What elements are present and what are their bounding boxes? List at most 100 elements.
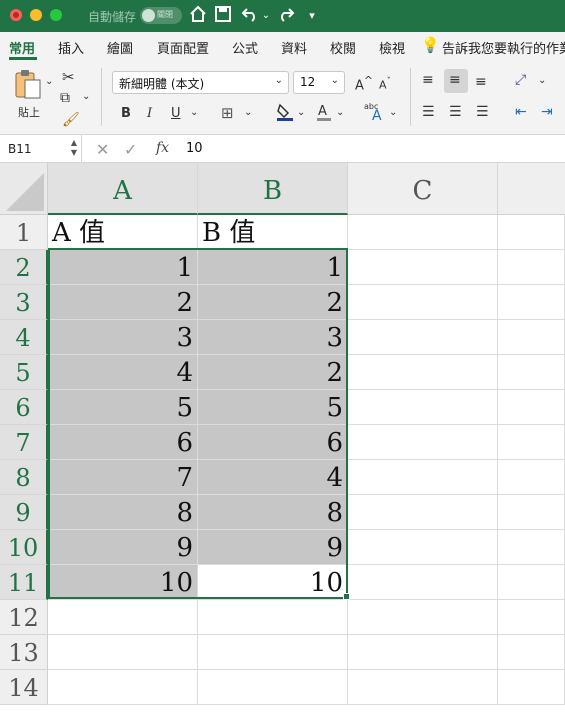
tab-insert[interactable]: 插入 bbox=[58, 38, 84, 57]
row-header-13[interactable]: 13 bbox=[0, 635, 48, 670]
minimize-window-button[interactable] bbox=[30, 9, 42, 21]
align-top-icon[interactable]: ≡ bbox=[422, 72, 434, 88]
fill-color-icon[interactable] bbox=[276, 102, 294, 122]
underline-button[interactable]: U bbox=[171, 106, 181, 121]
save-icon[interactable] bbox=[213, 5, 233, 27]
decrease-font-size-icon[interactable]: Aˇ bbox=[379, 76, 391, 92]
home-icon[interactable] bbox=[188, 5, 208, 27]
bold-button[interactable]: B bbox=[121, 106, 131, 121]
cut-icon[interactable]: ✂ bbox=[62, 68, 75, 86]
cell-b5[interactable]: 2 bbox=[198, 355, 348, 390]
undo-chevron-down-icon[interactable]: ⌄ bbox=[260, 5, 272, 27]
column-header-c[interactable]: C bbox=[348, 163, 498, 215]
tab-draw[interactable]: 繪圖 bbox=[107, 38, 133, 57]
font-color-icon[interactable]: A bbox=[316, 102, 332, 122]
cell-b14[interactable] bbox=[198, 670, 348, 705]
cell-c2[interactable] bbox=[348, 250, 498, 285]
autosave-toggle[interactable]: 關閉 bbox=[140, 7, 182, 24]
cell-d12[interactable] bbox=[498, 600, 565, 635]
cell-a12[interactable] bbox=[48, 600, 198, 635]
cell-b7[interactable]: 6 bbox=[198, 425, 348, 460]
zoom-window-button[interactable] bbox=[50, 9, 62, 21]
cell-a4[interactable]: 3 bbox=[48, 320, 198, 355]
phonetic-chevron-down-icon[interactable]: ⌄ bbox=[389, 107, 397, 118]
cell-b8[interactable]: 4 bbox=[198, 460, 348, 495]
borders-icon[interactable]: ⊞ bbox=[221, 104, 234, 122]
enter-icon[interactable]: ✓ bbox=[124, 140, 137, 159]
cell-c5[interactable] bbox=[348, 355, 498, 390]
insert-function-icon[interactable]: fx bbox=[156, 140, 169, 156]
cell-d9[interactable] bbox=[498, 495, 565, 530]
align-center-icon[interactable]: ☰ bbox=[449, 104, 462, 120]
redo-icon[interactable] bbox=[276, 5, 296, 27]
cell-b4[interactable]: 3 bbox=[198, 320, 348, 355]
cell-d14[interactable] bbox=[498, 670, 565, 705]
underline-chevron-down-icon[interactable]: ⌄ bbox=[190, 107, 198, 118]
cell-c1[interactable] bbox=[348, 215, 498, 250]
align-left-icon[interactable]: ☰ bbox=[422, 104, 435, 120]
cell-b6[interactable]: 5 bbox=[198, 390, 348, 425]
tab-formulas[interactable]: 公式 bbox=[232, 38, 258, 57]
copy-chevron-down-icon[interactable]: ⌄ bbox=[82, 91, 90, 102]
cell-d6[interactable] bbox=[498, 390, 565, 425]
cell-a11[interactable]: 10 bbox=[48, 565, 198, 600]
customize-toolbar-icon[interactable]: ▾ bbox=[305, 5, 319, 27]
cell-a2[interactable]: 1 bbox=[48, 250, 198, 285]
cell-a14[interactable] bbox=[48, 670, 198, 705]
tab-page-layout[interactable]: 頁面配置 bbox=[157, 38, 209, 57]
decrease-indent-icon[interactable]: ⇤ bbox=[515, 104, 527, 120]
tab-view[interactable]: 檢視 bbox=[379, 38, 405, 57]
tell-me-search[interactable]: 告訴我您要執行的作業 bbox=[442, 38, 565, 57]
italic-button[interactable]: I bbox=[147, 106, 152, 121]
cell-c7[interactable] bbox=[348, 425, 498, 460]
row-header-7[interactable]: 7 bbox=[0, 425, 48, 460]
cell-b12[interactable] bbox=[198, 600, 348, 635]
cell-b3[interactable]: 2 bbox=[198, 285, 348, 320]
paste-icon[interactable] bbox=[13, 68, 45, 102]
phonetic-guide-icon[interactable]: abc A bbox=[364, 102, 386, 124]
row-header-3[interactable]: 3 bbox=[0, 285, 48, 320]
cell-b1[interactable]: B 值 bbox=[198, 215, 348, 250]
cell-c8[interactable] bbox=[348, 460, 498, 495]
paste-chevron-down-icon[interactable]: ⌄ bbox=[45, 76, 53, 87]
cell-d1[interactable] bbox=[498, 215, 565, 250]
cell-c10[interactable] bbox=[348, 530, 498, 565]
font-color-chevron-down-icon[interactable]: ⌄ bbox=[336, 107, 344, 118]
cell-a7[interactable]: 6 bbox=[48, 425, 198, 460]
name-box[interactable]: B11 ▲ ▼ bbox=[0, 135, 82, 162]
cell-b9[interactable]: 8 bbox=[198, 495, 348, 530]
select-all-button[interactable] bbox=[0, 163, 48, 215]
align-middle-icon[interactable]: ≡ bbox=[444, 69, 468, 93]
cell-d8[interactable] bbox=[498, 460, 565, 495]
cell-c4[interactable] bbox=[348, 320, 498, 355]
cell-c6[interactable] bbox=[348, 390, 498, 425]
cell-a5[interactable]: 4 bbox=[48, 355, 198, 390]
cell-a6[interactable]: 5 bbox=[48, 390, 198, 425]
close-window-button[interactable] bbox=[10, 9, 22, 21]
tab-home[interactable]: 常用 bbox=[9, 38, 35, 57]
cancel-icon[interactable]: ✕ bbox=[96, 140, 109, 159]
row-header-2[interactable]: 2 bbox=[0, 250, 48, 285]
column-header-a[interactable]: A bbox=[48, 163, 198, 215]
row-header-5[interactable]: 5 bbox=[0, 355, 48, 390]
font-size-select[interactable]: 12 ⌄ bbox=[293, 71, 345, 94]
cell-b2[interactable]: 1 bbox=[198, 250, 348, 285]
row-header-9[interactable]: 9 bbox=[0, 495, 48, 530]
cell-a3[interactable]: 2 bbox=[48, 285, 198, 320]
row-header-11[interactable]: 11 bbox=[0, 565, 48, 600]
fill-handle[interactable] bbox=[343, 593, 350, 600]
row-header-14[interactable]: 14 bbox=[0, 670, 48, 705]
row-header-8[interactable]: 8 bbox=[0, 460, 48, 495]
row-header-10[interactable]: 10 bbox=[0, 530, 48, 565]
cell-a8[interactable]: 7 bbox=[48, 460, 198, 495]
format-painter-icon[interactable]: 🖌 bbox=[62, 112, 80, 128]
cell-c13[interactable] bbox=[348, 635, 498, 670]
cell-d7[interactable] bbox=[498, 425, 565, 460]
tab-data[interactable]: 資料 bbox=[281, 38, 307, 57]
cell-d4[interactable] bbox=[498, 320, 565, 355]
cell-c3[interactable] bbox=[348, 285, 498, 320]
undo-icon[interactable] bbox=[240, 5, 260, 27]
cell-b13[interactable] bbox=[198, 635, 348, 670]
row-header-6[interactable]: 6 bbox=[0, 390, 48, 425]
cell-d13[interactable] bbox=[498, 635, 565, 670]
